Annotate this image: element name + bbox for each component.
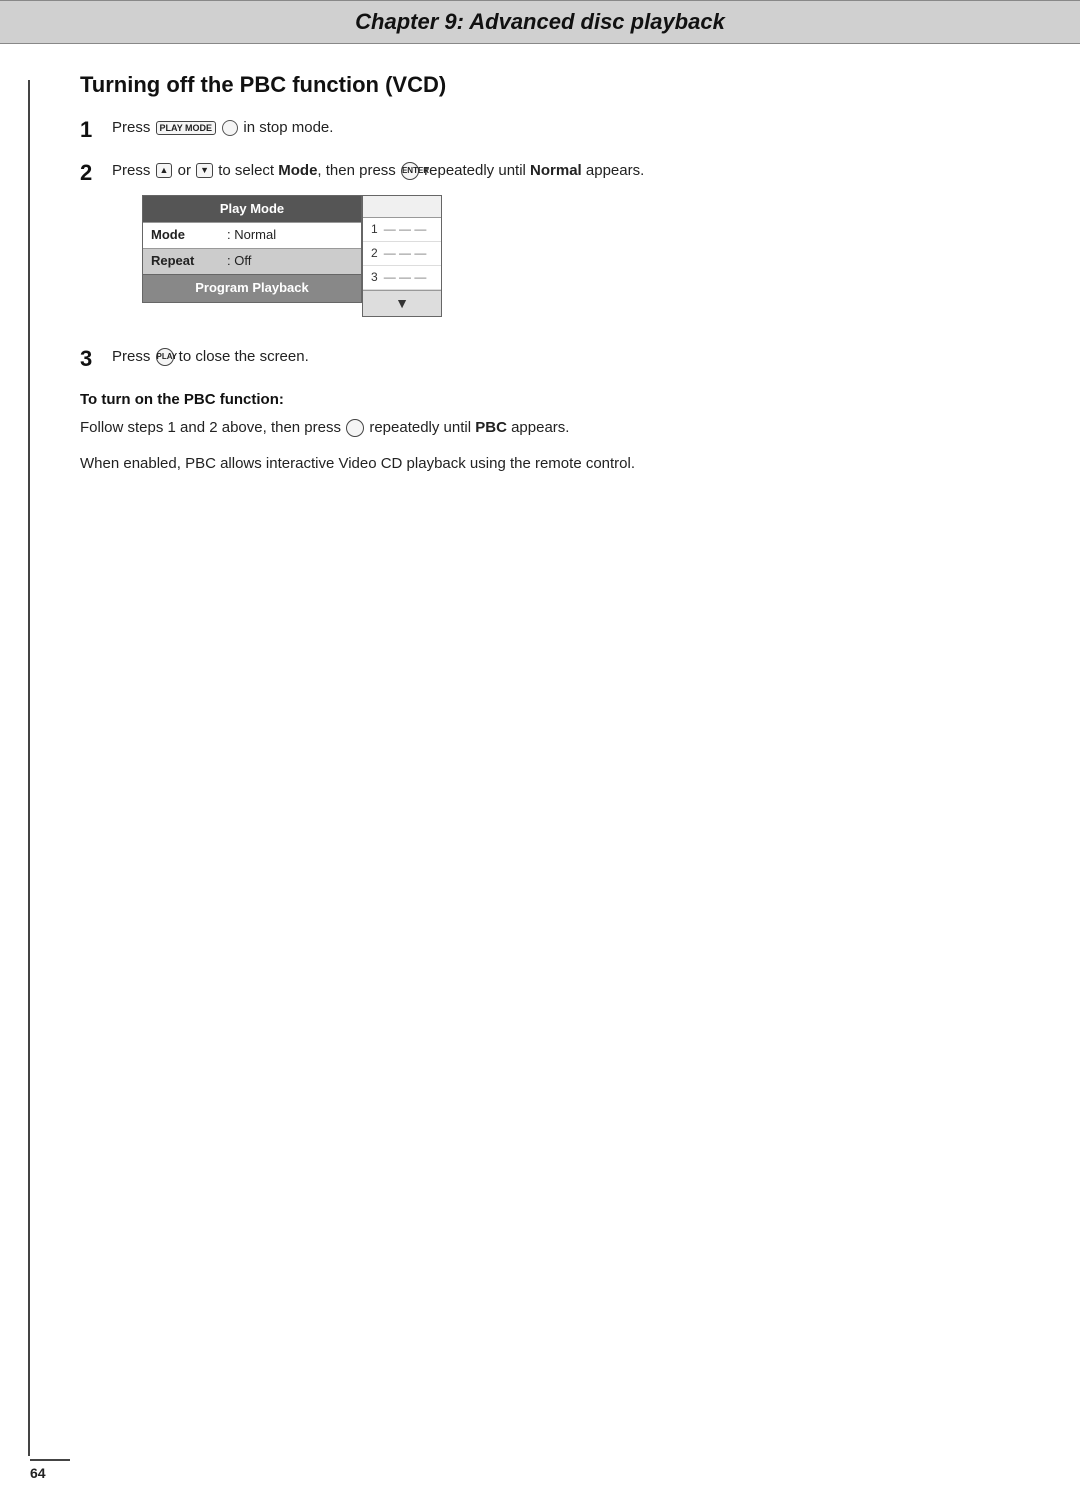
step-3: 3 Press PLAY to close the screen. bbox=[80, 345, 1000, 374]
page-number: 64 bbox=[30, 1465, 46, 1481]
play-mode-header: Play Mode bbox=[143, 196, 361, 223]
step-1: 1 Press PLAY MODE in stop mode. bbox=[80, 116, 1000, 145]
track-row-3: 3 — — — bbox=[363, 266, 441, 290]
steps-list: 1 Press PLAY MODE in stop mode. 2 Press … bbox=[80, 116, 1000, 373]
arrow-up-key: ▲ bbox=[156, 163, 173, 178]
track-num-1: 1 bbox=[371, 220, 378, 239]
play-mode-table-inner: Play Mode Mode : Normal Repeat : Off Pro… bbox=[142, 195, 362, 303]
page-wrapper: Chapter 9: Advanced disc playback Turnin… bbox=[0, 0, 1080, 1511]
scroll-down-arrow: ▼ bbox=[363, 290, 441, 315]
play-mode-table-container: Play Mode Mode : Normal Repeat : Off Pro… bbox=[142, 195, 1000, 317]
repeat-row-value: : Off bbox=[223, 249, 255, 274]
play-mode-row-mode: Mode : Normal bbox=[143, 222, 361, 248]
paragraph-2: When enabled, PBC allows interactive Vid… bbox=[80, 452, 1000, 476]
mode-row-value: : Normal bbox=[223, 223, 280, 248]
track-row-1: 1 — — — bbox=[363, 218, 441, 242]
left-border-decoration bbox=[28, 80, 30, 1456]
track-num-2: 2 bbox=[371, 244, 378, 263]
step-1-icon bbox=[222, 120, 238, 136]
page-footer: 64 bbox=[30, 1459, 70, 1481]
enter-key-2 bbox=[346, 419, 364, 437]
repeat-row-label: Repeat bbox=[143, 249, 223, 274]
step-2-number: 2 bbox=[80, 159, 112, 188]
play-mode-table: Play Mode Mode : Normal Repeat : Off Pro… bbox=[142, 195, 362, 317]
enter-key: ENTER bbox=[401, 162, 419, 180]
mode-row-label: Mode bbox=[143, 223, 223, 248]
chapter-title: Chapter 9: Advanced disc playback bbox=[0, 9, 1080, 35]
step-1-number: 1 bbox=[80, 116, 112, 145]
step-1-content: Press PLAY MODE in stop mode. bbox=[112, 116, 1000, 140]
play-mode-key: PLAY MODE bbox=[156, 121, 217, 136]
track-num-3: 3 bbox=[371, 268, 378, 287]
normal-label: Normal bbox=[530, 162, 582, 179]
track-dashes-3: — — — bbox=[384, 268, 427, 287]
step-3-content: Press PLAY to close the screen. bbox=[112, 345, 1000, 369]
chapter-header: Chapter 9: Advanced disc playback bbox=[0, 0, 1080, 44]
pbc-label: PBC bbox=[475, 419, 507, 436]
content-area: Turning off the PBC function (VCD) 1 Pre… bbox=[0, 72, 1080, 548]
step-2: 2 Press ▲ or ▼ to select Mode, then pres… bbox=[80, 159, 1000, 331]
sub-heading: To turn on the PBC function: bbox=[80, 391, 1000, 408]
paragraph-1: Follow steps 1 and 2 above, then press r… bbox=[80, 416, 1000, 440]
section-title: Turning off the PBC function (VCD) bbox=[80, 72, 1000, 98]
track-row-2: 2 — — — bbox=[363, 242, 441, 266]
play-key: PLAY bbox=[156, 348, 174, 366]
step-2-content: Press ▲ or ▼ to select Mode, then press … bbox=[112, 159, 1000, 331]
track-dashes-2: — — — bbox=[384, 244, 427, 263]
play-mode-program-row: Program Playback bbox=[143, 274, 361, 302]
mode-label: Mode bbox=[278, 162, 317, 179]
arrow-down-key: ▼ bbox=[196, 163, 213, 178]
track-list: 1 — — — 2 — — — 3 — — — ▼ bbox=[362, 195, 442, 317]
step-3-number: 3 bbox=[80, 345, 112, 374]
track-dashes-1: — — — bbox=[384, 220, 427, 239]
play-mode-row-repeat: Repeat : Off bbox=[143, 248, 361, 274]
track-list-header bbox=[363, 196, 441, 218]
